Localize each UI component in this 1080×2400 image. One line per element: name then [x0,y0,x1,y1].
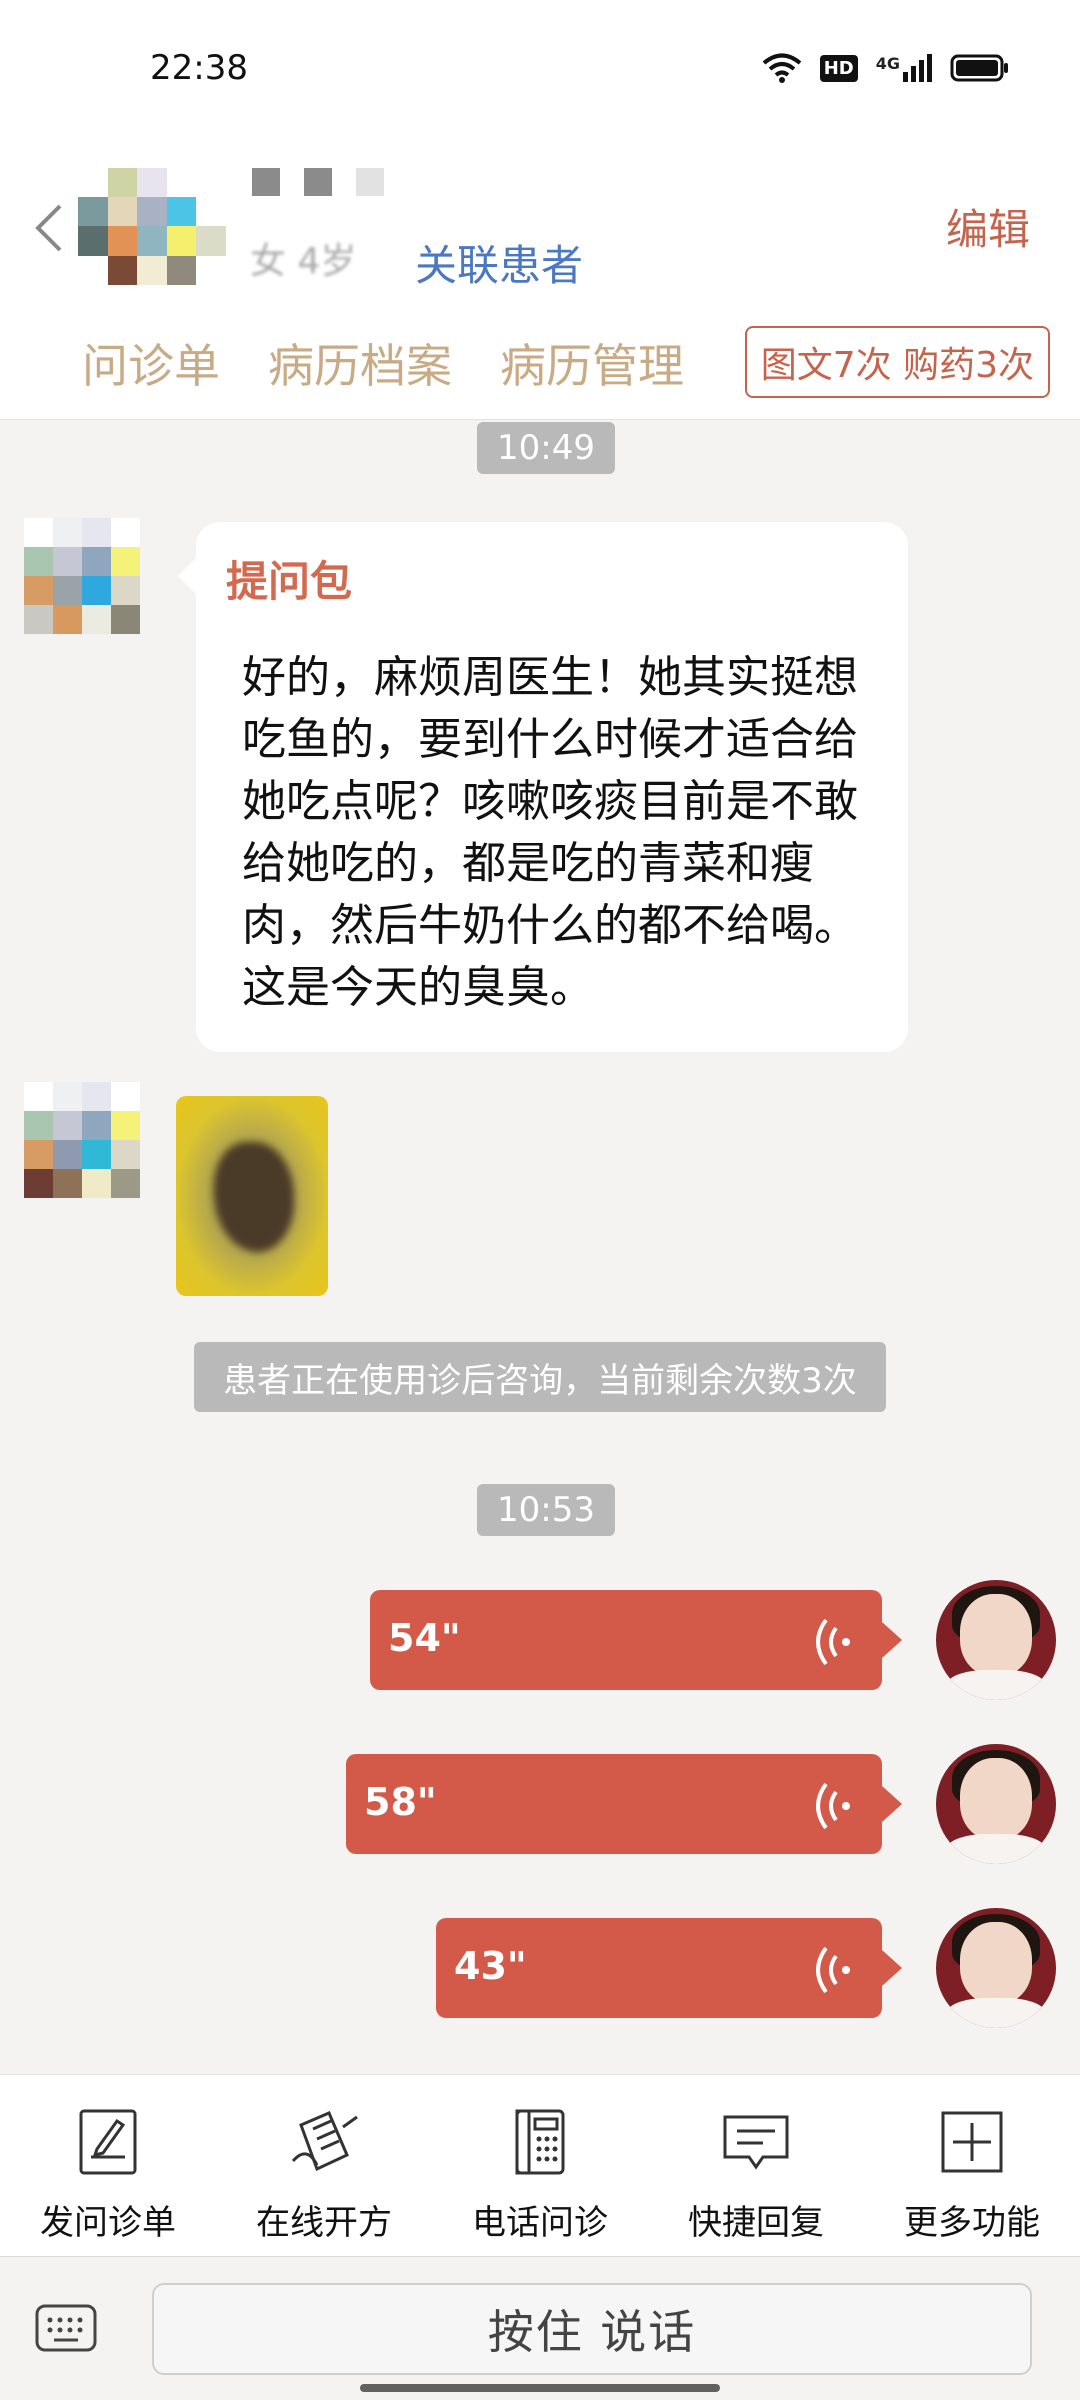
voice-wave-icon [816,1946,850,1994]
tool-label: 电话问诊 [472,2203,608,2243]
voice-duration: 58" [364,1780,437,1824]
input-bar: 按住 说话 [0,2256,1080,2400]
online-prescription-button[interactable]: 在线开方 [216,2075,432,2256]
tab-record-management[interactable]: 病历管理 [500,330,684,396]
plus-icon [941,2111,1003,2173]
back-icon[interactable] [30,198,70,258]
keyboard-icon[interactable] [34,2303,98,2353]
patient-avatar[interactable] [78,168,226,314]
more-functions-button[interactable]: 更多功能 [864,2075,1080,2256]
bubble-title: 提问包 [226,557,353,606]
phone-icon [515,2109,565,2175]
quick-reply-button[interactable]: 快捷回复 [648,2075,864,2256]
network-type-label: 4G [875,54,900,73]
stool-photo[interactable] [176,1096,328,1296]
system-note: 患者正在使用诊后咨询，当前剩余次数3次 [194,1342,886,1412]
service-counter-badge[interactable]: 图文7次 购药3次 [744,326,1050,398]
tool-label: 更多功能 [904,2203,1040,2243]
voice-message[interactable]: 43" [436,1918,902,2018]
battery-icon [950,54,1008,82]
tab-medical-records[interactable]: 病历档案 [268,330,452,396]
tool-label: 发问诊单 [40,2203,176,2243]
voice-wave-icon [816,1618,850,1666]
chat-header: 女 4岁 关联患者 编辑 问诊单 病历档案 病历管理 图文7次 购药3次 [0,140,1080,420]
timestamp: 10:53 [477,1484,615,1536]
doctor-avatar[interactable] [936,1908,1056,2028]
message-text: 好的，麻烦周医生！她其实挺想吃鱼的，要到什么时候才适合给她吃点呢？咳嗽咳痰目前是… [242,652,858,1013]
question-package-bubble: 提问包 好的，麻烦周医生！她其实挺想吃鱼的，要到什么时候才适合给她吃点呢？咳嗽咳… [178,522,908,1052]
send-inquiry-form-button[interactable]: 发问诊单 [0,2075,216,2256]
patient-meta: 女 4岁 [250,241,357,282]
cell-signal-icon: 4G [876,54,932,82]
timestamp: 10:49 [477,422,615,474]
patient-name-blurred [252,168,384,196]
header-tabs: 问诊单 病历档案 病历管理 [82,330,684,396]
patient-chat-avatar[interactable] [24,1082,140,1198]
edit-button[interactable]: 编辑 [946,196,1030,257]
voice-wave-icon [816,1782,850,1830]
voice-duration: 54" [388,1616,461,1660]
voice-duration: 43" [454,1944,527,1988]
doctor-avatar[interactable] [936,1580,1056,1700]
link-patient-button[interactable]: 关联患者 [415,232,583,293]
voice-message[interactable]: 54" [370,1590,902,1690]
tab-inquiry-form[interactable]: 问诊单 [82,330,220,396]
doctor-avatar[interactable] [936,1744,1056,1864]
status-time: 22:38 [150,48,248,88]
form-icon [79,2109,137,2175]
status-bar: 22:38 HD 4G [0,0,1080,140]
function-toolbar: 发问诊单 在线开方 电话问诊 快捷回复 更多功能 [0,2074,1080,2256]
patient-chat-avatar[interactable] [24,518,140,634]
prescription-icon [291,2111,358,2172]
hold-to-talk-button[interactable]: 按住 说话 [152,2283,1032,2375]
tool-label: 快捷回复 [688,2203,824,2243]
quick-reply-icon [723,2115,789,2170]
hd-icon: HD [819,54,858,82]
status-icons: HD 4G [762,52,1010,84]
phone-consult-button[interactable]: 电话问诊 [432,2075,648,2256]
home-indicator [360,2384,720,2392]
wifi-icon [762,53,801,83]
tool-label: 在线开方 [256,2203,392,2243]
voice-message[interactable]: 58" [346,1754,902,1854]
